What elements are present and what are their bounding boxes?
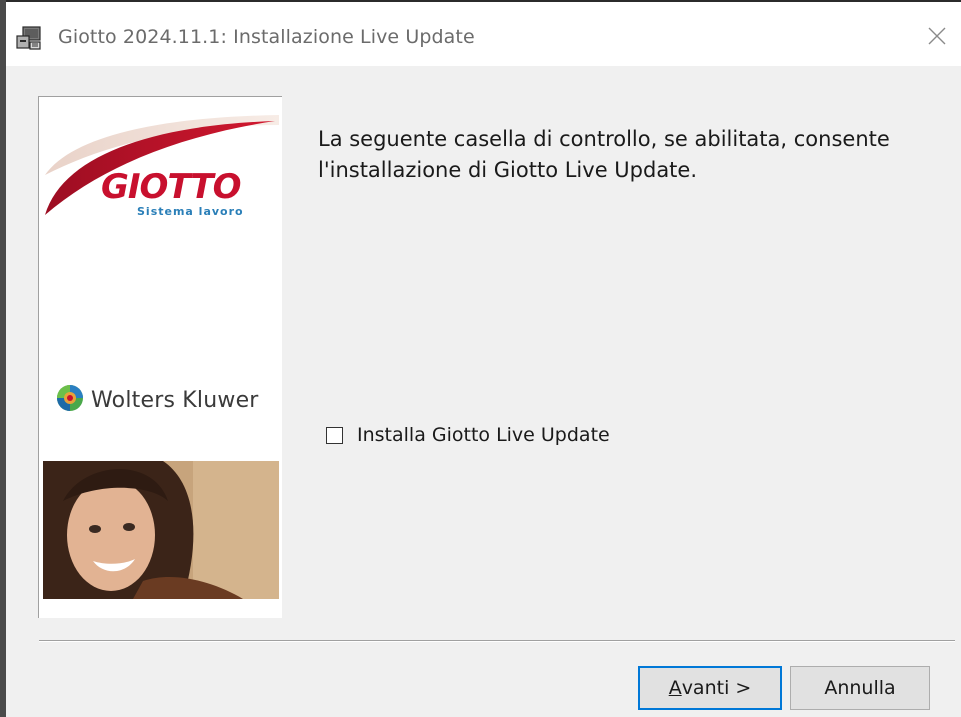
giotto-wordmark: GIOTTO <box>101 167 242 207</box>
giotto-tagline: Sistema lavoro <box>137 205 244 218</box>
giotto-logo: GIOTTO Sistema lavoro <box>43 115 279 235</box>
globe-icon <box>55 383 85 417</box>
installer-window: Giotto 2024.11.1: Installazione Live Upd… <box>0 0 961 717</box>
footer-separator <box>39 640 955 642</box>
install-live-update-label[interactable]: Installa Giotto Live Update <box>357 424 610 446</box>
cancel-button[interactable]: Annulla <box>790 666 930 710</box>
title-bar[interactable]: Giotto 2024.11.1: Installazione Live Upd… <box>6 10 961 66</box>
smiling-woman-photo <box>43 461 279 599</box>
window-title: Giotto 2024.11.1: Installazione Live Upd… <box>58 26 475 48</box>
next-button-label: vanti > <box>681 677 752 699</box>
wolters-kluwer-text: Wolters Kluwer <box>91 387 259 413</box>
install-live-update-checkbox[interactable] <box>326 426 343 444</box>
next-button[interactable]: Avanti > <box>638 666 782 710</box>
banner-panel: GIOTTO Sistema lavoro Wolters Kluwer <box>38 96 282 618</box>
close-icon <box>927 26 947 50</box>
window-top-edge <box>6 0 961 10</box>
install-live-update-option[interactable]: Installa Giotto Live Update <box>326 424 610 446</box>
description-text: La seguente casella di controllo, se abi… <box>318 127 890 182</box>
next-button-accelerator: A <box>668 677 682 699</box>
close-button[interactable] <box>913 16 961 60</box>
wolters-kluwer-logo: Wolters Kluwer <box>55 383 259 417</box>
installer-icon <box>14 24 44 52</box>
